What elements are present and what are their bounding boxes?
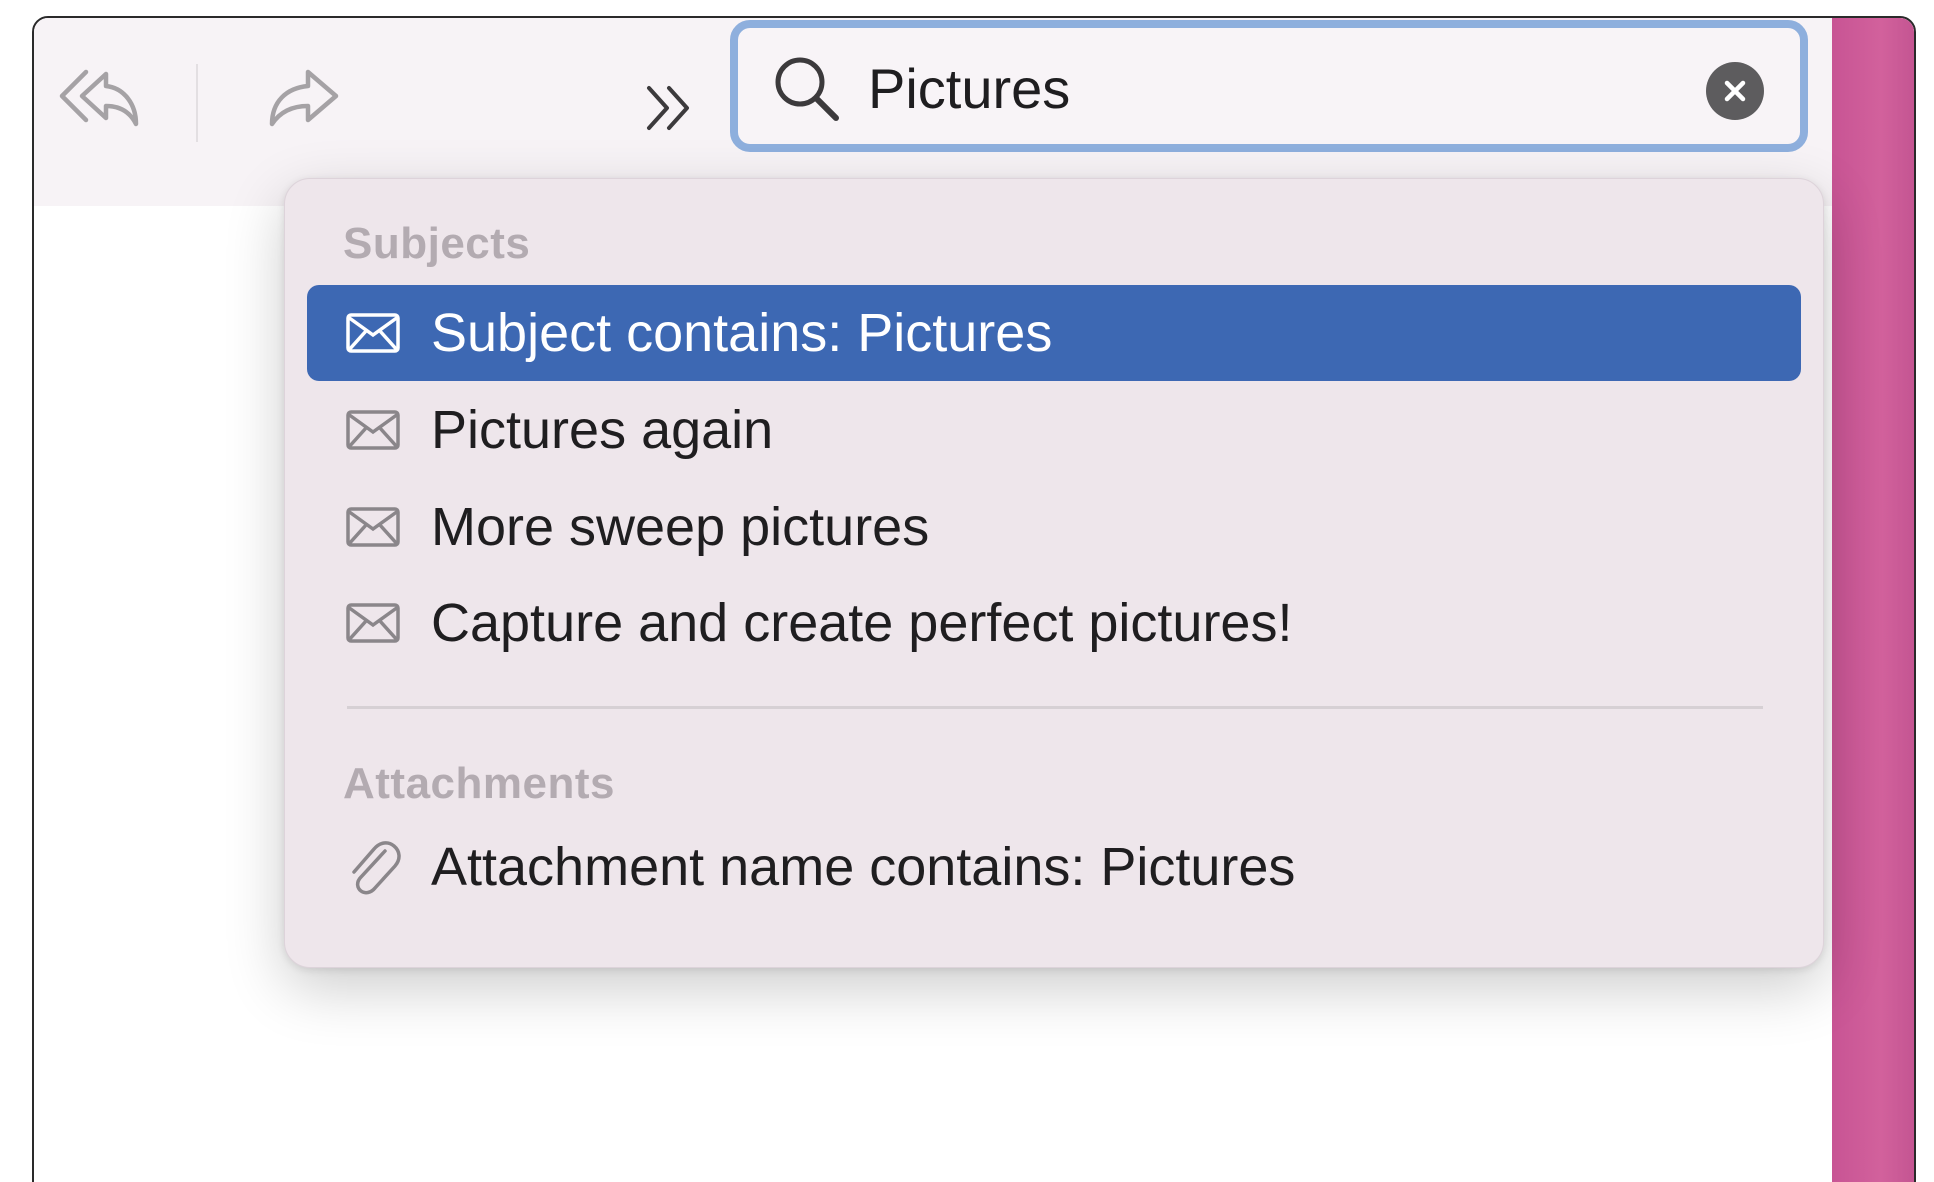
search-suggestions-dropdown: Subjects Subject contains: Pictures Pict…	[284, 178, 1824, 968]
search-icon	[775, 57, 839, 121]
toolbar-overflow-button[interactable]	[624, 70, 714, 146]
envelope-icon	[345, 309, 401, 357]
suggestion-attachment-contains[interactable]: Attachment name contains: Pictures	[307, 819, 1801, 915]
reply-all-icon	[59, 69, 139, 127]
envelope-icon	[345, 503, 401, 551]
search-field[interactable]	[730, 20, 1808, 152]
paperclip-icon	[345, 841, 401, 895]
forward-icon	[269, 69, 339, 127]
clear-icon	[1724, 80, 1746, 102]
suggestion-subject-item[interactable]: Capture and create perfect pictures!	[307, 575, 1801, 671]
chevron-double-right-icon	[647, 86, 689, 130]
suggestion-label: Pictures again	[431, 400, 774, 460]
suggestion-subject-contains[interactable]: Subject contains: Pictures	[307, 285, 1801, 381]
search-input[interactable]	[868, 46, 1668, 130]
side-panel	[1832, 18, 1914, 1182]
envelope-icon	[345, 406, 401, 454]
attachments-section-header: Attachments	[343, 759, 615, 808]
envelope-icon	[345, 599, 401, 647]
section-divider	[347, 706, 1763, 709]
suggestion-subject-item[interactable]: Pictures again	[307, 382, 1801, 478]
screen: Subjects Subject contains: Pictures	[0, 0, 1934, 1182]
mail-window: Subjects Subject contains: Pictures	[32, 16, 1916, 1182]
suggestion-label: Attachment name contains: Pictures	[431, 837, 1296, 897]
suggestion-subject-item[interactable]: More sweep pictures	[307, 479, 1801, 575]
suggestion-label: Capture and create perfect pictures!	[431, 593, 1293, 653]
suggestion-label: Subject contains: Pictures	[431, 303, 1053, 363]
clear-search-button[interactable]	[1706, 62, 1764, 120]
toolbar-separator	[196, 64, 198, 142]
forward-button[interactable]	[254, 58, 354, 138]
suggestion-label: More sweep pictures	[431, 497, 930, 557]
subjects-section-header: Subjects	[343, 219, 531, 268]
reply-all-button[interactable]	[44, 58, 154, 138]
